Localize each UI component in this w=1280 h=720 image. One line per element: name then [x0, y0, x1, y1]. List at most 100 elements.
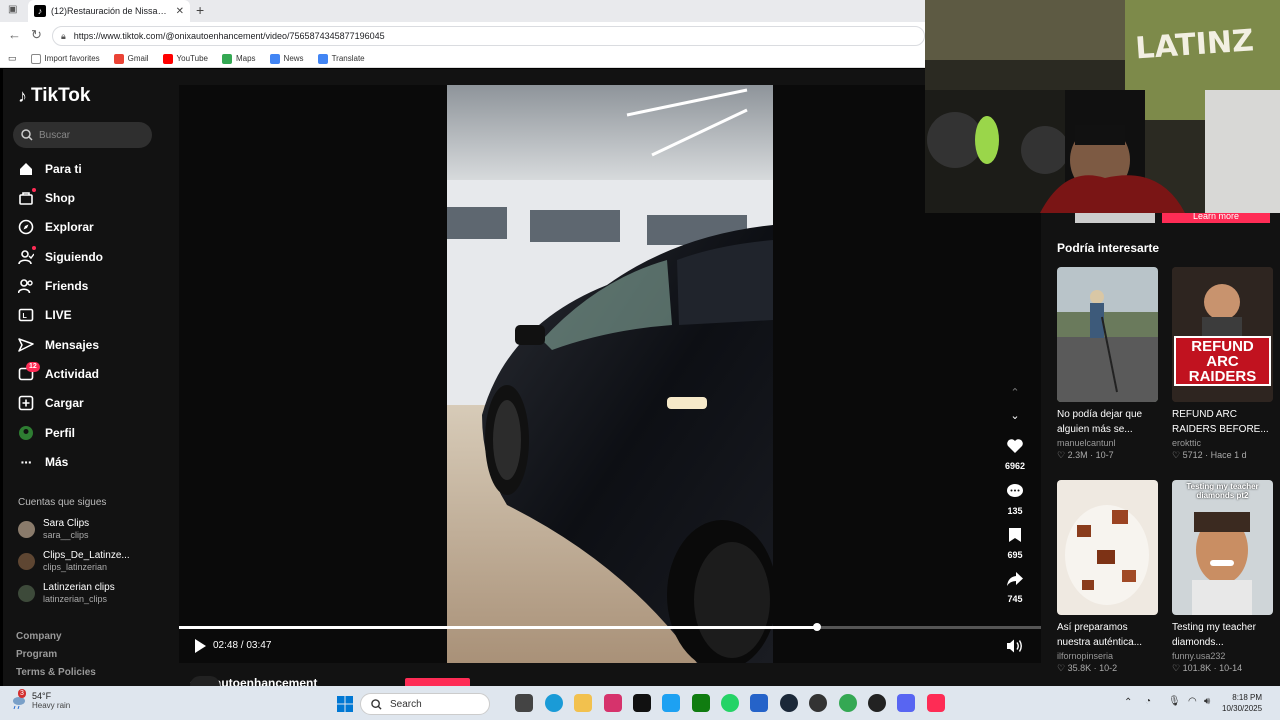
heart-outline-icon: ♡	[1057, 450, 1066, 460]
following-account[interactable]: Sara Clips sara__clips	[18, 515, 168, 543]
nav-shop[interactable]: Shop	[18, 186, 168, 210]
store-icon[interactable]	[750, 694, 768, 712]
bookmark-news[interactable]: News	[269, 53, 304, 64]
share-count: 745	[1007, 594, 1023, 604]
like-count: 6962	[1004, 461, 1026, 471]
bookmark-gmail[interactable]: Gmail	[113, 53, 149, 64]
following-account[interactable]: Clips_De_Latinze... clips_latinzerian	[18, 547, 168, 575]
video-frame[interactable]	[447, 85, 773, 663]
bookmarks-menu-icon[interactable]: ▭	[8, 53, 17, 64]
author-name[interactable]: onixautoenhancement	[190, 676, 590, 686]
nav-friends[interactable]: Friends	[18, 274, 168, 298]
recommendation-card[interactable]: Así preparamos nuestra auténtica... ilfo…	[1057, 480, 1158, 674]
steam-icon[interactable]	[780, 694, 798, 712]
recommendation-card[interactable]: No podía dejar que alguien más se... man…	[1057, 267, 1158, 461]
file-explorer-icon[interactable]	[574, 694, 592, 712]
tiktok-logo[interactable]: ♪ TikTok	[18, 85, 90, 107]
instagram-icon[interactable]	[604, 694, 622, 712]
previous-video-icon[interactable]: ⌃	[1000, 386, 1030, 399]
nav-perfil[interactable]: Perfil	[18, 421, 168, 445]
following-account[interactable]: Latinzerian clips latinzerian_clips	[18, 579, 168, 607]
activity-badge: 12	[26, 362, 40, 372]
ad-thumbnail[interactable]	[1075, 213, 1155, 223]
whatsapp-icon[interactable]	[721, 694, 739, 712]
twitter-icon[interactable]	[662, 694, 680, 712]
edge-icon[interactable]	[545, 694, 563, 712]
browser-tab[interactable]: ♪ (12)Restauración de Nissan Skylin ✕	[28, 0, 190, 22]
taskbar-search[interactable]: Search	[360, 693, 490, 715]
tab-actions-icon[interactable]: ▣	[8, 4, 17, 15]
nav-para-ti[interactable]: Para ti	[18, 157, 168, 181]
chrome-icon[interactable]	[839, 694, 857, 712]
recommendation-title: No podía dejar que alguien más se...	[1057, 409, 1143, 435]
recommendation-user: erokttic	[1172, 438, 1202, 448]
play-icon[interactable]	[193, 638, 207, 654]
network-icon[interactable]: ◔	[1145, 696, 1151, 707]
tiktok-studio-icon[interactable]	[927, 694, 945, 712]
close-tab-icon[interactable]: ✕	[176, 6, 184, 17]
microphone-icon[interactable]: 🎙︎	[1168, 696, 1181, 707]
clock[interactable]: 8:18 PM 10/30/2025	[1222, 692, 1262, 714]
volume-icon[interactable]	[1006, 638, 1023, 654]
avatar	[18, 584, 35, 602]
weather-widget[interactable]: 3 54°F Heavy rain	[10, 688, 71, 710]
windows-start-icon[interactable]	[337, 696, 353, 712]
wifi-icon[interactable]: ◠	[1188, 696, 1197, 707]
thumbnail-overlay-text: REFUND ARC RAIDERS	[1188, 338, 1257, 385]
footer-company[interactable]: Company	[16, 631, 62, 642]
url-field[interactable]: 🔒︎ https://www.tiktok.com/@onixautoenhan…	[52, 26, 925, 46]
recommendation-meta: ♡ 101.8K · 10-14	[1172, 663, 1243, 673]
bookmark-import[interactable]: Import favorites	[30, 53, 100, 64]
back-icon[interactable]: ←	[8, 27, 21, 42]
refresh-icon[interactable]: ↻	[31, 27, 42, 43]
nav-mas[interactable]: ··· Más	[18, 450, 168, 474]
comment-icon	[1007, 484, 1023, 497]
next-video-icon[interactable]: ⌄	[1000, 409, 1030, 422]
task-view-icon[interactable]	[515, 694, 533, 712]
nav-mensajes[interactable]: Mensajes	[18, 333, 168, 357]
obs-icon[interactable]	[809, 694, 827, 712]
learn-more-button[interactable]: Learn more	[1162, 213, 1270, 223]
plus-icon[interactable]: +	[196, 2, 204, 18]
nav-actividad[interactable]: 12 Actividad	[18, 362, 168, 386]
nav-cargar[interactable]: Cargar	[18, 391, 168, 415]
weather-badge: 3	[18, 688, 26, 698]
time-display: 02:48 / 03:47	[213, 640, 272, 651]
bookmark-translate[interactable]: Translate	[317, 53, 365, 64]
xbox-icon[interactable]	[692, 694, 710, 712]
heart-icon	[1007, 439, 1023, 453]
maps-icon	[221, 53, 232, 64]
like-button[interactable]: 6962	[1000, 438, 1030, 471]
compass-icon	[18, 219, 34, 235]
recommendation-meta: ♡ 5712 · Hace 1 d	[1172, 450, 1247, 460]
recommendation-card[interactable]: REFUND ARC RAIDERS REFUND ARC RAIDERS BE…	[1172, 267, 1273, 461]
bookmark-maps[interactable]: Maps	[221, 53, 256, 64]
search-input[interactable]: Buscar	[13, 122, 152, 148]
message-icon	[18, 337, 34, 353]
gmail-icon	[113, 53, 124, 64]
discord-icon[interactable]	[897, 694, 915, 712]
import-icon	[30, 53, 41, 64]
weather-desc: Heavy rain	[32, 701, 71, 710]
bookmark-youtube[interactable]: YouTube	[162, 53, 208, 64]
recommendation-meta: ♡ 2.3M · 10-7	[1057, 450, 1114, 460]
tiktok-app-icon[interactable]	[633, 694, 651, 712]
nav-siguiendo[interactable]: Siguiendo	[18, 245, 168, 269]
comment-button[interactable]: 135	[1000, 483, 1030, 516]
progress-handle[interactable]	[812, 623, 821, 631]
nav-live[interactable]: L LIVE	[18, 303, 168, 327]
nav-explorar[interactable]: Explorar	[18, 215, 168, 239]
footer-terms[interactable]: Terms & Policies	[16, 667, 96, 678]
recommendation-card[interactable]: Testing my teacher diamonds pt2 Testing …	[1172, 480, 1273, 674]
friends-icon	[18, 278, 34, 294]
app-icon[interactable]	[868, 694, 886, 712]
recommendation-thumbnail: Testing my teacher diamonds pt2	[1172, 480, 1273, 615]
footer-program[interactable]: Program	[16, 649, 57, 660]
tray-chevron-icon[interactable]: ⌃	[1124, 697, 1132, 708]
speaker-icon[interactable]: 🔊︎	[1204, 696, 1210, 707]
heart-outline-icon: ♡	[1172, 450, 1181, 460]
save-button[interactable]: 695	[1000, 527, 1030, 560]
author-avatar[interactable]	[190, 676, 220, 686]
share-button[interactable]: 745	[1000, 571, 1030, 604]
follow-button[interactable]	[405, 678, 470, 686]
